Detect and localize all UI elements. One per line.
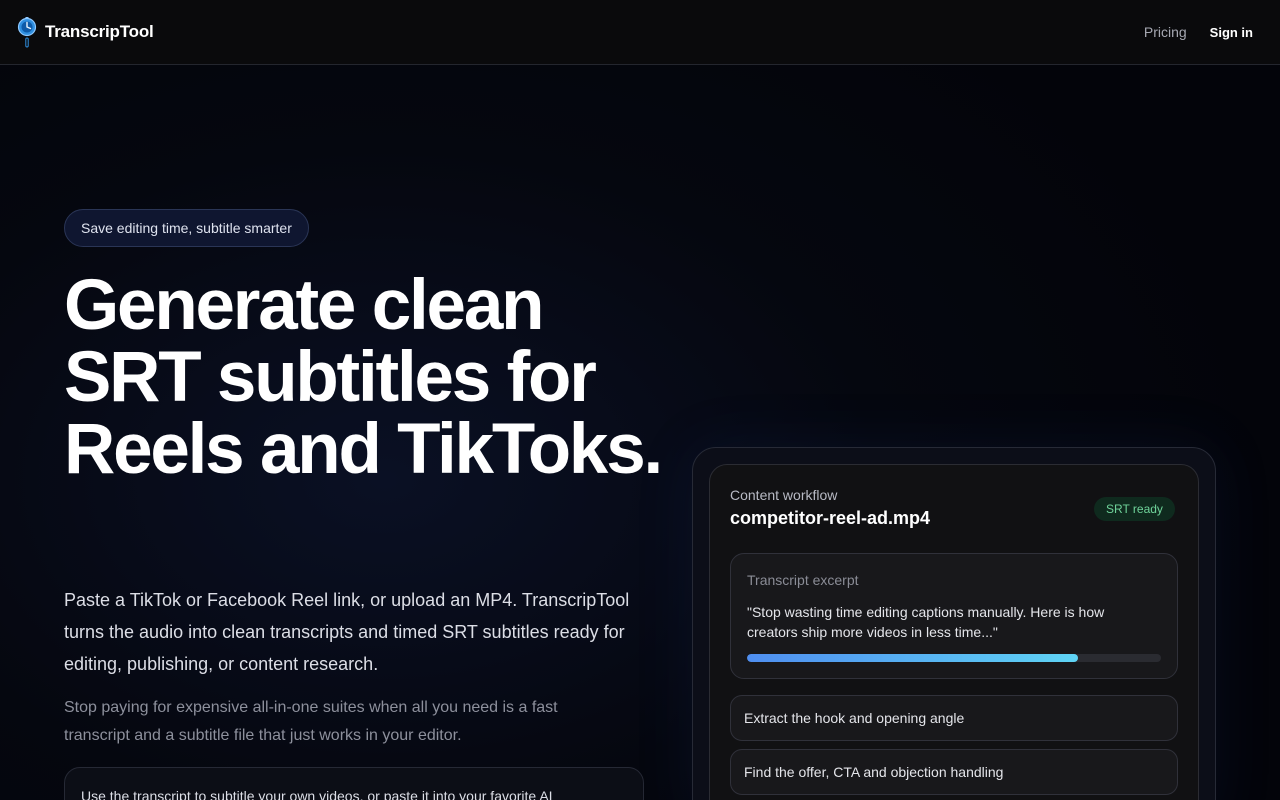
hero-badge: Save editing time, subtitle smarter [64,209,309,247]
workflow-label: Content workflow [730,487,838,503]
hero-sub-paragraph: Stop paying for expensive all-in-one sui… [64,699,558,744]
workflow-task-item[interactable]: Extract the hook and opening angle [730,695,1178,741]
sign-in-link[interactable]: Sign in [1210,25,1253,40]
workflow-file-name: competitor-reel-ad.mp4 [730,508,931,528]
brand[interactable]: TranscripTool [16,17,154,48]
main-nav: Pricing Sign in [1144,24,1253,40]
transcript-excerpt-label: Transcript excerpt [747,572,859,588]
hero-headline: Generate clean SRT subtitles for Reels a… [64,266,663,489]
transcript-progress-bar [747,654,1161,662]
nav-pricing-link[interactable]: Pricing [1144,24,1187,40]
top-navigation-bar: TranscripTool Pricing Sign in [0,0,1280,65]
workflow-task-item[interactable]: Find the offer, CTA and objection handli… [730,749,1178,795]
stopwatch-pin-icon [16,17,37,48]
transcript-excerpt-text: "Stop wasting time editing captions manu… [747,604,1105,640]
hero-lead-paragraph: Paste a TikTok or Facebook Reel link, or… [64,590,630,674]
hero-note-box: Use the transcript to subtitle your own … [64,767,644,800]
brand-name: TranscripTool [45,22,154,41]
transcript-progress-fill [747,654,1079,662]
srt-status-badge: SRT ready [1094,497,1175,521]
